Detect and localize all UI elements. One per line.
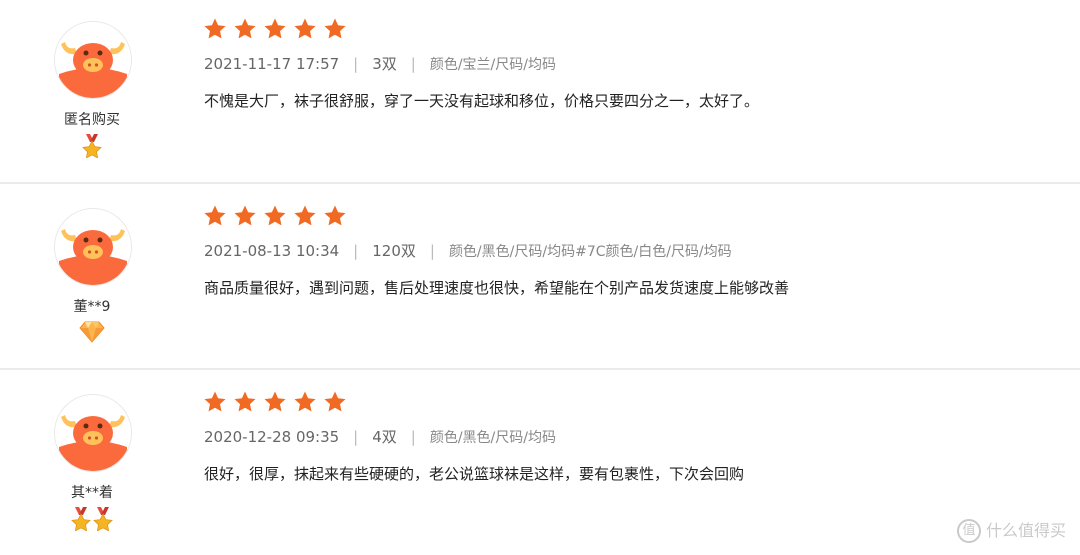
separator: | bbox=[353, 55, 359, 73]
star-icon bbox=[264, 18, 286, 39]
star-icon bbox=[204, 205, 226, 226]
product-spec: 颜色/黑色/尺码/均码#7C颜色/白色/尺码/均码 bbox=[448, 244, 732, 260]
separator: | bbox=[353, 242, 359, 260]
rating-stars bbox=[203, 17, 348, 41]
review-content: 商品质量很好，遇到问题，售后处理速度也很快，希望能在个别产品发货速度上能够改善 bbox=[204, 279, 790, 297]
separator: | bbox=[410, 428, 416, 446]
bull-avatar-icon bbox=[55, 395, 131, 471]
product-spec: 颜色/黑色/尺码/均码 bbox=[429, 430, 556, 446]
review-date: 2020-12-28 09:35 bbox=[204, 428, 340, 446]
star-icon bbox=[324, 205, 346, 226]
star-icon bbox=[204, 391, 226, 412]
user-avatar[interactable] bbox=[54, 21, 132, 99]
star-icon bbox=[324, 18, 346, 39]
review-meta: 2020-12-28 09:35 | 4双 | 颜色/黑色/尺码/均码 bbox=[204, 426, 556, 447]
review-meta: 2021-11-17 17:57 | 3双 | 颜色/宝兰/尺码/均码 bbox=[204, 53, 556, 74]
review-item: 匿名购买 2021-11-17 17:57 | 3双 | 颜色/宝兰/尺码/均码 不愧是… bbox=[0, 0, 1080, 184]
review-content: 不愧是大厂，袜子很舒服，穿了一天没有起球和移位，价格只要四分之一，太好了。 bbox=[204, 92, 760, 110]
watermark-text: 什么值得买 bbox=[985, 520, 1066, 540]
star-icon bbox=[264, 205, 286, 226]
star-icon bbox=[234, 205, 256, 226]
review-date: 2021-11-17 17:57 bbox=[204, 55, 340, 73]
rating-stars bbox=[203, 390, 348, 414]
purchase-quantity: 4双 bbox=[372, 428, 397, 446]
review-date: 2021-08-13 10:34 bbox=[204, 242, 340, 260]
double-gold-medal-icon bbox=[32, 507, 152, 533]
user-avatar[interactable] bbox=[54, 394, 132, 472]
star-icon bbox=[264, 391, 286, 412]
review-item: 董**9 2021-08-13 10:34 | 120双 | 颜色/黑色/尺码/均码#7… bbox=[0, 187, 1080, 371]
star-icon bbox=[294, 391, 316, 412]
review-item: 其**着 2020-12-28 09:35 | 4双 | 颜色/黑色/尺码/均码 很好，… bbox=[0, 373, 1080, 555]
star-icon bbox=[324, 391, 346, 412]
username: 匿名购买 bbox=[64, 112, 120, 128]
divider bbox=[0, 368, 1080, 370]
user-avatar[interactable] bbox=[54, 208, 132, 286]
bull-avatar-icon bbox=[55, 22, 131, 98]
username: 董**9 bbox=[73, 299, 111, 315]
watermark: 值什么值得买 bbox=[956, 517, 1066, 543]
separator: | bbox=[429, 242, 435, 260]
star-icon bbox=[204, 18, 226, 39]
bull-avatar-icon bbox=[55, 209, 131, 285]
review-list-page: 匿名购买 2021-11-17 17:57 | 3双 | 颜色/宝兰/尺码/均码 不愧是… bbox=[0, 0, 1080, 555]
divider bbox=[0, 182, 1080, 184]
watermark-logo-icon: 值 bbox=[956, 519, 981, 543]
purchase-quantity: 120双 bbox=[372, 242, 416, 260]
purchase-quantity: 3双 bbox=[372, 55, 397, 73]
review-meta: 2021-08-13 10:34 | 120双 | 颜色/黑色/尺码/均码#7C颜色/白… bbox=[204, 240, 732, 261]
review-content: 很好，很厚，抹起来有些硬硬的，老公说篮球袜是这样，要有包裹性，下次会回购 bbox=[204, 465, 745, 483]
username: 其**着 bbox=[71, 485, 113, 501]
separator: | bbox=[353, 428, 359, 446]
star-icon bbox=[234, 18, 256, 39]
product-spec: 颜色/宝兰/尺码/均码 bbox=[429, 57, 556, 73]
rating-stars bbox=[203, 204, 348, 228]
gold-medal-icon bbox=[32, 134, 152, 160]
star-icon bbox=[234, 391, 256, 412]
star-icon bbox=[294, 18, 316, 39]
separator: | bbox=[410, 55, 416, 73]
diamond-icon bbox=[32, 321, 152, 347]
star-icon bbox=[294, 205, 316, 226]
